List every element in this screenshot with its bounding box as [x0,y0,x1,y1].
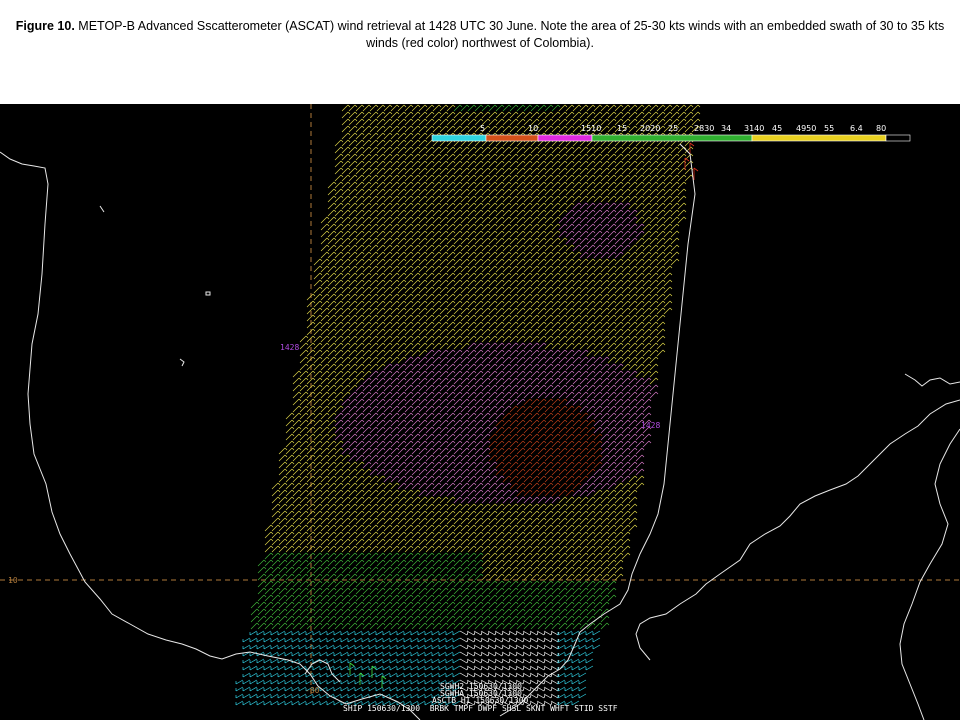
scale-tick-label: 4950 [796,124,817,133]
coastline [0,143,960,720]
figure-caption: Figure 10. METOP-B Advanced Sscatteromet… [0,18,960,52]
scale-segment [885,134,911,142]
swath-time-label-left: 1428 [280,343,300,352]
longitude-label: -80 [305,686,320,695]
scale-tick-label: 55 [824,124,835,133]
map-canvas [0,104,960,720]
wind-barb-field [235,104,701,706]
scale-tick-label: 5 [480,124,486,133]
scale-tick-label: 34 [721,124,732,133]
swath-time-label-right: 1428 [641,421,661,430]
scale-tick-label: 15 [617,124,628,133]
scale-tick-label: 3140 [744,124,765,133]
scale-segment [485,134,539,142]
latitude-label: 10 [8,576,18,585]
scale-tick-label: 6.4 [850,124,863,133]
figure-label: Figure 10. [15,19,75,33]
scale-segment [751,134,887,142]
scale-tick-label: 25 [668,124,679,133]
scale-segment [591,134,753,142]
scale-tick-label: 10 [528,124,539,133]
scale-segment [431,134,487,142]
station-line: SHIP 150630/1300 BRBK TMPF DWPF SHSL SKN… [343,704,618,713]
scale-tick-label: 2020 [640,124,661,133]
scale-segment [537,134,593,142]
caption-text: METOP-B Advanced Sscatterometer (ASCAT) … [78,19,945,50]
wind-scale-legend [431,134,911,142]
scale-tick-label: 80 [876,124,887,133]
scale-tick-label: 1510 [581,124,602,133]
scale-tick-label: 2830 [694,124,715,133]
scale-tick-label: 45 [772,124,783,133]
ascat-wind-map: 5 10 1510 15 2020 25 2830 34 3140 45 4950 55 6.4 80 1… [0,104,960,720]
